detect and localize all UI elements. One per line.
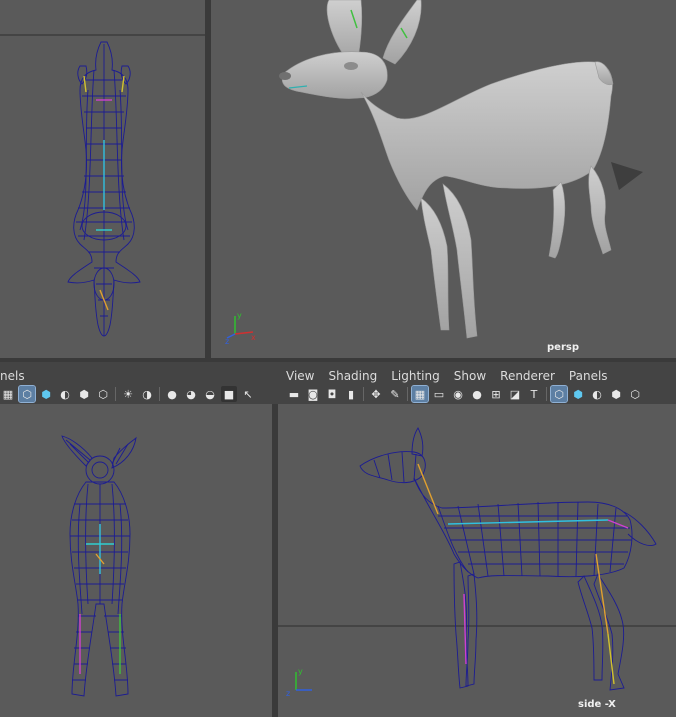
grid-icon[interactable]: ▦ bbox=[411, 385, 429, 403]
menu-renderer[interactable]: Renderer bbox=[500, 369, 555, 383]
menu-view[interactable]: View bbox=[286, 369, 314, 383]
gate-mask-icon[interactable]: ● bbox=[469, 386, 485, 402]
default-material-icon[interactable]: ◐ bbox=[589, 386, 605, 402]
perspective-viewport[interactable]: y x z persp bbox=[211, 0, 676, 358]
isolate-select-icon[interactable]: ■ bbox=[221, 386, 237, 402]
svg-text:x: x bbox=[251, 333, 256, 342]
side-axis-gizmo-icon: y z bbox=[286, 667, 312, 698]
toolbar-separator bbox=[546, 387, 547, 401]
camera-attributes-icon[interactable]: ◙ bbox=[305, 386, 321, 402]
svg-text:y: y bbox=[237, 311, 242, 320]
bookmarks-icon[interactable]: ◘ bbox=[324, 386, 340, 402]
toolbar-separator bbox=[159, 387, 160, 401]
default-material-icon[interactable]: ◐ bbox=[57, 386, 73, 402]
horizontal-splitter[interactable] bbox=[0, 358, 676, 362]
smooth-shade-icon[interactable]: ⬢ bbox=[570, 386, 586, 402]
light-icon[interactable]: ☀ bbox=[120, 386, 136, 402]
front-view-wireframe bbox=[61, 435, 137, 697]
ambient-occlusion-icon[interactable]: ● bbox=[164, 386, 180, 402]
svg-text:z: z bbox=[286, 689, 290, 698]
toolbar-separator bbox=[363, 387, 364, 401]
panel-toolbar: ▬ ◙ ◘ ▮ ✥ ✎ ▦ ▭ ◉ ● ⊞ ◪ T ⬡ ⬢ ◐ ⬢ ⬡ bbox=[286, 383, 676, 405]
menu-lighting[interactable]: Lighting bbox=[391, 369, 440, 383]
side-camera-label: side -X bbox=[578, 699, 616, 710]
select-camera-icon[interactable]: ▬ bbox=[286, 386, 302, 402]
svg-text:y: y bbox=[298, 667, 303, 676]
field-chart-icon[interactable]: ⊞ bbox=[488, 386, 504, 402]
left-panel-toolbar: ▦ ⬡ ⬢ ◐ ⬢ ⬡ ☀ ◑ ● ◕ ◒ ■ ↖ bbox=[0, 383, 272, 405]
menu-shading[interactable]: Shading bbox=[328, 369, 377, 383]
2d-pan-zoom-icon[interactable]: ✥ bbox=[368, 386, 384, 402]
xray-icon[interactable]: ⬢ bbox=[76, 386, 92, 402]
xray-icon[interactable]: ⬢ bbox=[608, 386, 624, 402]
svg-text:z: z bbox=[225, 337, 229, 344]
wireframe-cube-icon[interactable]: ⬡ bbox=[18, 385, 36, 403]
wireframe-cube-icon[interactable]: ⬡ bbox=[550, 385, 568, 403]
perspective-deer-model bbox=[279, 0, 643, 339]
toolbar-separator bbox=[115, 387, 116, 401]
panel-layout-icon[interactable]: ▦ bbox=[0, 386, 16, 402]
film-gate-icon[interactable]: ▭ bbox=[431, 386, 447, 402]
image-plane-icon[interactable]: ▮ bbox=[343, 386, 359, 402]
grease-pencil-icon[interactable]: ✎ bbox=[387, 386, 403, 402]
side-view-wireframe bbox=[278, 427, 676, 691]
left-panels-menu-fragment[interactable]: nels bbox=[0, 369, 25, 383]
safe-action-icon[interactable]: ◪ bbox=[507, 386, 523, 402]
persp-axis-gizmo-icon: y x z bbox=[225, 311, 256, 344]
side-viewport[interactable]: y z side -X bbox=[278, 404, 676, 717]
safe-title-icon[interactable]: T bbox=[526, 386, 542, 402]
front-viewport[interactable] bbox=[0, 404, 272, 717]
top-viewport[interactable] bbox=[0, 0, 205, 358]
anti-alias-icon[interactable]: ◒ bbox=[202, 386, 218, 402]
menu-panels[interactable]: Panels bbox=[569, 369, 608, 383]
menu-show[interactable]: Show bbox=[454, 369, 486, 383]
wireframe-on-shaded-icon[interactable]: ⬡ bbox=[95, 386, 111, 402]
shadow-icon[interactable]: ◑ bbox=[139, 386, 155, 402]
motion-blur-icon[interactable]: ◕ bbox=[183, 386, 199, 402]
select-tool-icon[interactable]: ↖ bbox=[240, 386, 256, 402]
top-view-wireframe bbox=[0, 34, 205, 337]
persp-camera-label: persp bbox=[547, 342, 579, 353]
toolbar-separator bbox=[407, 387, 408, 401]
smooth-shade-icon[interactable]: ⬢ bbox=[38, 386, 54, 402]
wireframe-on-shaded-icon[interactable]: ⬡ bbox=[627, 386, 643, 402]
resolution-gate-icon[interactable]: ◉ bbox=[450, 386, 466, 402]
